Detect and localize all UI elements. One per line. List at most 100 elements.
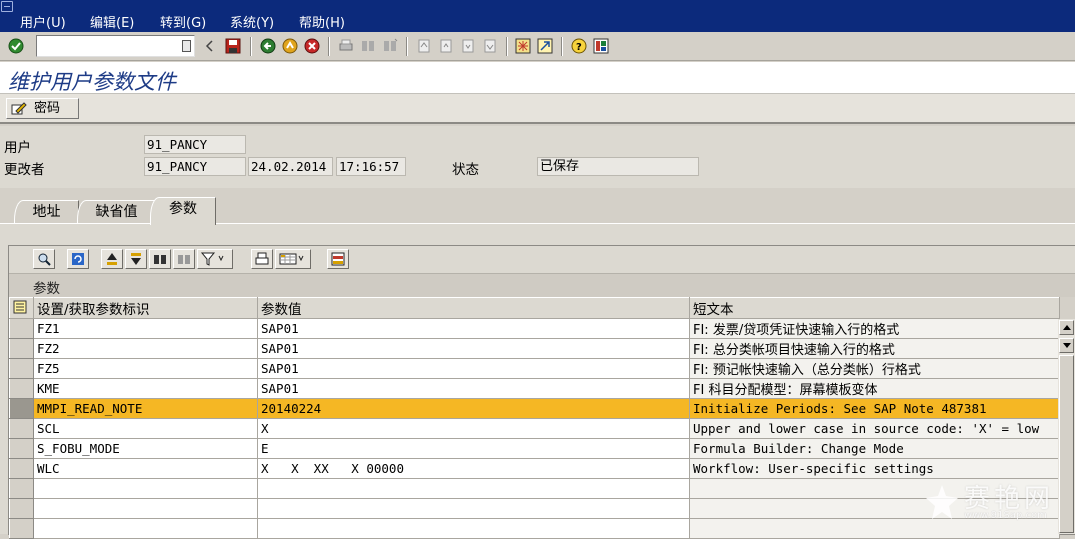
grid-filter-button[interactable]	[197, 249, 233, 269]
command-history-icon[interactable]	[182, 40, 191, 52]
grid-sort-ascending-button[interactable]	[101, 249, 123, 269]
print-icon[interactable]	[338, 38, 354, 54]
column-header-parameter-id[interactable]: 设置/获取参数标识	[33, 297, 258, 319]
system-menu-icon[interactable]	[1, 1, 13, 12]
next-page-icon[interactable]	[460, 38, 476, 54]
cell-parameter-value[interactable]: X X XX X 00000	[257, 458, 690, 479]
binoculars-icon	[154, 255, 166, 264]
binoculars-next-icon	[178, 255, 190, 264]
row-selector[interactable]	[9, 358, 34, 379]
cell-parameter-id[interactable]: FZ2	[33, 338, 258, 359]
menu-item-user[interactable]: 用户(U)	[20, 12, 66, 31]
scroll-down-icon[interactable]	[1059, 338, 1074, 353]
cell-short-text: FI: 总分类帐项目快速输入行的格式	[689, 338, 1060, 359]
first-page-icon[interactable]	[416, 38, 432, 54]
select-all-cell[interactable]	[9, 297, 34, 319]
help-icon[interactable]: ?	[571, 38, 587, 54]
shortcut-icon[interactable]	[537, 38, 553, 54]
cancel-icon[interactable]	[304, 38, 320, 54]
cell-parameter-id[interactable]: S_FOBU_MODE	[33, 438, 258, 459]
grid-details-button[interactable]	[33, 249, 55, 269]
table-row[interactable]	[9, 518, 1060, 539]
grid-layout-button[interactable]	[327, 249, 349, 269]
enter-icon[interactable]	[8, 38, 24, 54]
tab-defaults[interactable]: 缺省值	[77, 200, 156, 224]
cell-parameter-id[interactable]: FZ5	[33, 358, 258, 379]
find-next-icon[interactable]	[382, 38, 398, 54]
cell-parameter-value[interactable]: SAP01	[257, 358, 690, 379]
cell-parameter-value[interactable]: X	[257, 418, 690, 439]
scroll-up-icon[interactable]	[1059, 320, 1074, 335]
cell-parameter-id[interactable]	[33, 498, 258, 519]
row-selector[interactable]	[9, 478, 34, 499]
refresh-icon	[72, 253, 84, 265]
row-selector[interactable]	[9, 438, 34, 459]
back-icon[interactable]	[260, 38, 276, 54]
grid-find-next-button[interactable]	[173, 249, 195, 269]
spreadsheet-icon	[279, 253, 304, 265]
cell-parameter-value[interactable]	[257, 518, 690, 539]
menu-item-edit[interactable]: 编辑(E)	[90, 12, 134, 31]
table-row[interactable]: S_FOBU_MODE E Formula Builder: Change Mode	[9, 438, 1060, 459]
cell-parameter-value[interactable]: E	[257, 438, 690, 459]
table-row[interactable]: FZ2 SAP01 FI: 总分类帐项目快速输入行的格式	[9, 338, 1060, 359]
menu-item-help[interactable]: 帮助(H)	[299, 12, 345, 31]
cell-parameter-id[interactable]: MMPI_READ_NOTE	[33, 398, 258, 419]
command-input[interactable]	[39, 37, 179, 55]
row-selector[interactable]	[9, 398, 34, 419]
password-button[interactable]: 密码	[6, 98, 79, 119]
table-row[interactable]: FZ1 SAP01 FI: 发票/贷项凭证快速输入行的格式	[9, 318, 1060, 339]
cell-parameter-id[interactable]	[33, 518, 258, 539]
cell-short-text: Initialize Periods: See SAP Note 487381	[689, 398, 1060, 419]
cell-parameter-id[interactable]: SCL	[33, 418, 258, 439]
cell-short-text: Workflow: User-specific settings	[689, 458, 1060, 479]
find-icon[interactable]	[360, 38, 376, 54]
cell-parameter-id[interactable]: KME	[33, 378, 258, 399]
cell-parameter-value[interactable]	[257, 498, 690, 519]
new-session-icon[interactable]	[515, 38, 531, 54]
last-page-icon[interactable]	[482, 38, 498, 54]
previous-page-icon[interactable]	[438, 38, 454, 54]
cell-parameter-value[interactable]: SAP01	[257, 378, 690, 399]
table-row[interactable]: KME SAP01 FI 科目分配模型：屏幕模板变体	[9, 378, 1060, 399]
table-row[interactable]: FZ5 SAP01 FI: 预记帐快速输入（总分类帐）行格式	[9, 358, 1060, 379]
column-header-short-text[interactable]: 短文本	[689, 297, 1060, 319]
menu-item-goto[interactable]: 转到(G)	[160, 12, 206, 31]
row-selector[interactable]	[9, 378, 34, 399]
collapse-icon[interactable]	[205, 38, 215, 54]
row-selector[interactable]	[9, 458, 34, 479]
password-button-label: 密码	[34, 101, 61, 116]
table-row[interactable]	[9, 498, 1060, 519]
row-selector[interactable]	[9, 418, 34, 439]
save-icon[interactable]	[225, 38, 241, 54]
cell-parameter-id[interactable]	[33, 478, 258, 499]
cell-parameter-id[interactable]: FZ1	[33, 318, 258, 339]
table-row[interactable]	[9, 478, 1060, 499]
row-selector[interactable]	[9, 338, 34, 359]
cell-parameter-value[interactable]	[257, 478, 690, 499]
cell-parameter-value[interactable]: SAP01	[257, 338, 690, 359]
tab-parameters[interactable]: 参数	[150, 197, 216, 225]
table-row[interactable]: MMPI_READ_NOTE 20140224 Initialize Periods…	[9, 398, 1060, 419]
tab-address[interactable]: 地址	[14, 200, 79, 224]
row-selector[interactable]	[9, 318, 34, 339]
menu-item-system[interactable]: 系统(Y)	[230, 12, 274, 31]
cell-parameter-value[interactable]: 20140224	[257, 398, 690, 419]
command-field[interactable]	[36, 35, 195, 57]
toolbar-separator	[561, 37, 563, 56]
grid-refresh-button[interactable]	[67, 249, 89, 269]
customize-layout-icon[interactable]	[593, 38, 609, 54]
cell-parameter-value[interactable]: SAP01	[257, 318, 690, 339]
grid-print-button[interactable]	[251, 249, 273, 269]
grid-sort-descending-button[interactable]	[125, 249, 147, 269]
row-selector[interactable]	[9, 518, 34, 539]
grid-find-button[interactable]	[149, 249, 171, 269]
exit-icon[interactable]	[282, 38, 298, 54]
table-row[interactable]: WLC X X XX X 00000 Workflow: User-specific…	[9, 458, 1060, 479]
cell-parameter-id[interactable]: WLC	[33, 458, 258, 479]
table-row[interactable]: SCL X Upper and lower case in source code:…	[9, 418, 1060, 439]
select-all-icon	[13, 300, 27, 314]
row-selector[interactable]	[9, 498, 34, 519]
column-header-parameter-value[interactable]: 参数值	[257, 297, 690, 319]
grid-export-button[interactable]	[275, 249, 311, 269]
